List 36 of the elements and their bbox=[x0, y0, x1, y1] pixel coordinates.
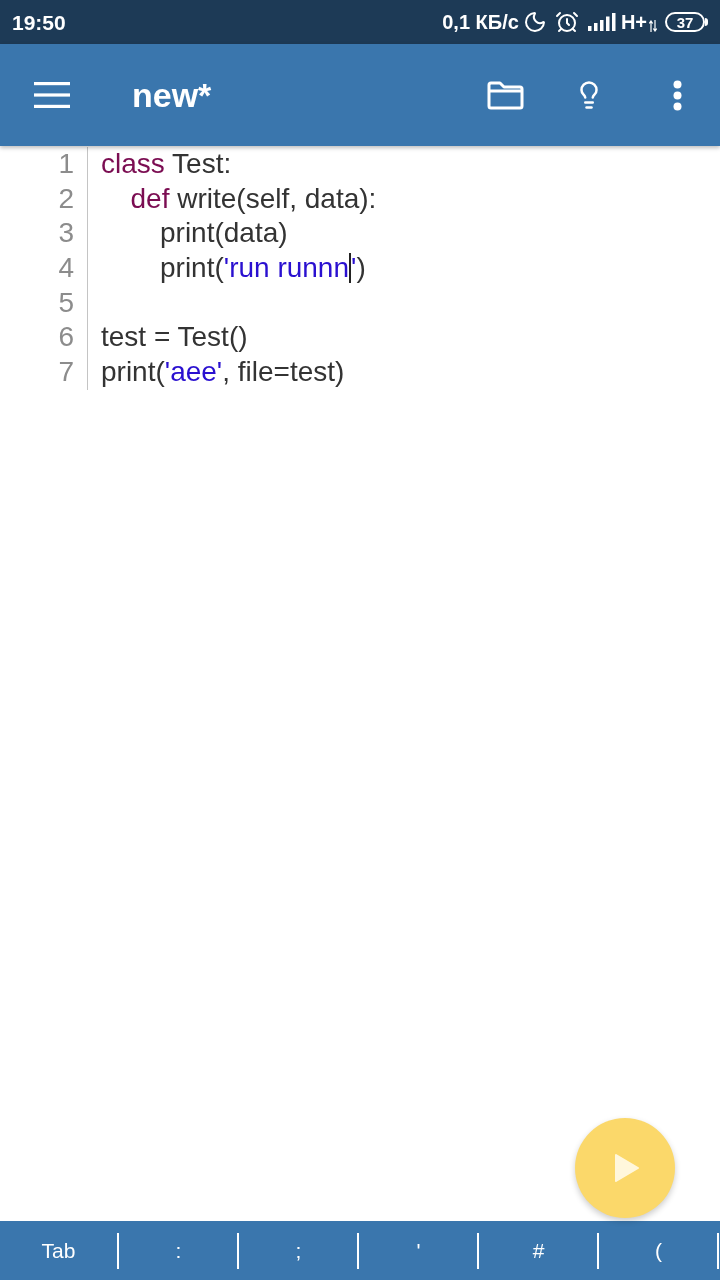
moon-icon bbox=[522, 10, 547, 34]
symbol-key[interactable]: Tab bbox=[0, 1221, 117, 1280]
battery-indicator: 37 bbox=[665, 12, 708, 32]
symbol-key[interactable]: ; bbox=[240, 1221, 357, 1280]
code-line: test = Test() bbox=[101, 320, 248, 355]
symbol-key[interactable]: ( bbox=[600, 1221, 717, 1280]
more-vertical-icon bbox=[672, 79, 682, 111]
code-line: print('run runnn') bbox=[160, 250, 366, 285]
line-number: 6 bbox=[58, 320, 74, 355]
alarm-clock-icon bbox=[554, 10, 579, 34]
line-number: 3 bbox=[58, 216, 74, 251]
text-cursor bbox=[349, 252, 351, 283]
symbol-key[interactable]: : bbox=[120, 1221, 237, 1280]
network-speed: 0,1 КБ/с bbox=[442, 12, 519, 32]
data-arrows-icon bbox=[649, 19, 657, 32]
menu-button[interactable] bbox=[34, 82, 70, 108]
line-number: 5 bbox=[58, 285, 74, 320]
line-number: 4 bbox=[58, 250, 74, 285]
line-number: 1 bbox=[58, 147, 74, 181]
document-title: new* bbox=[132, 78, 212, 112]
line-number: 7 bbox=[58, 354, 74, 389]
more-options-button[interactable] bbox=[672, 79, 682, 111]
line-number: 2 bbox=[58, 181, 74, 216]
menu-icon bbox=[34, 82, 70, 108]
code-line: class Test: bbox=[101, 147, 232, 181]
play-icon bbox=[614, 1153, 640, 1183]
signal-icon bbox=[587, 13, 616, 31]
folder-icon bbox=[486, 80, 524, 110]
code-line: print(data) bbox=[160, 216, 288, 251]
clock-time: 19:50 bbox=[12, 11, 66, 33]
network-type: H+ bbox=[620, 12, 647, 32]
symbol-key[interactable]: ' bbox=[360, 1221, 477, 1280]
code-line: def write(self, data): bbox=[130, 181, 377, 216]
symbol-key[interactable]: # bbox=[480, 1221, 597, 1280]
open-folder-button[interactable] bbox=[486, 80, 524, 110]
code-line: print('aee', file=test) bbox=[101, 354, 345, 389]
